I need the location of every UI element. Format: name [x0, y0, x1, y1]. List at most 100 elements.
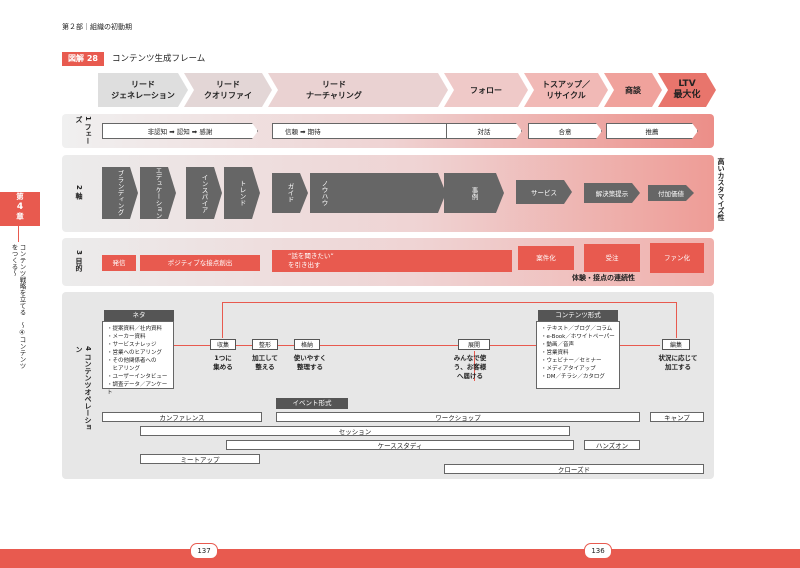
- footer-band: [0, 549, 800, 568]
- phase-step-awareness: 非認知 ➡ 認知 ➡ 感謝: [102, 123, 258, 139]
- event-workshop: ワークショップ: [276, 412, 640, 422]
- loop-line-top: [222, 302, 677, 303]
- row-operation-label: 4 コンテンツオペレーション: [75, 346, 92, 431]
- chapter-label-bottom: 章: [16, 212, 24, 221]
- axis-added-value-label: 付加価値: [658, 190, 684, 198]
- format-item: ・テキスト／ブログ／コラム: [541, 326, 613, 332]
- phase-chevron: フォロー: [444, 73, 528, 107]
- page-number-right: 136: [584, 543, 612, 559]
- axis-knowhow-label: ノウハウ: [320, 180, 328, 206]
- page-number-left: 137: [190, 543, 218, 559]
- step-deploy: 展開: [458, 339, 490, 350]
- phase-chevron: リード ナーチャリング: [268, 73, 448, 107]
- axis-education-label: エデュケーション: [154, 167, 162, 219]
- customization-note: 高いカスタマイズ性: [717, 158, 725, 221]
- purpose-positive-touchpoint: ポジティブな接点創出: [140, 255, 260, 271]
- format-item: ・ウェビナー／セミナー: [541, 358, 602, 364]
- axis-service-label: サービス: [531, 189, 557, 197]
- step-collect-desc: 1つに 集める: [213, 354, 233, 371]
- neta-item: ・営業へのヒアリング: [107, 350, 163, 356]
- format-item: ・営業資料: [541, 350, 569, 356]
- row-purpose-label: 3 目的: [75, 250, 83, 272]
- loop-line-left: [222, 302, 223, 338]
- format-item: ・動画／音声: [541, 342, 575, 348]
- figure-title: コンテンツ生成フレーム: [112, 54, 206, 64]
- neta-list: ・提案資料／社内資料 ・メーカー資料 ・サービスナレッジ ・営業へのヒアリング …: [102, 321, 174, 396]
- phase-label: リード ナーチャリング: [306, 80, 362, 100]
- chapter-label-top: 第: [16, 192, 24, 201]
- axis-knowhow: ノウハウ: [310, 173, 446, 213]
- purpose-broadcast: 発信: [102, 255, 136, 271]
- format-head: コンテンツ形式: [538, 310, 618, 321]
- step-store: 格納: [294, 339, 320, 350]
- step-deploy-desc: みんなで使 う、お客様 へ届ける: [453, 354, 487, 380]
- format-list: ・テキスト／ブログ／コラム ・e-Book／ホワイトペーパー ・動画／音声 ・営…: [536, 321, 620, 389]
- phase-label: リード クオリファイ: [204, 80, 252, 100]
- format-item: ・e-Book／ホワイトペーパー: [541, 334, 615, 340]
- neta-head: ネタ: [104, 310, 174, 321]
- phase-chevron: リード ジェネレーション: [98, 73, 188, 107]
- chapter-tab-text: コンテンツ戦略を立てる 〜④コンテンツをつくる〜: [10, 244, 26, 369]
- running-head: 第２部｜組織の初動期: [62, 23, 132, 31]
- event-case-study: ケーススタディ: [226, 440, 574, 450]
- chapter-badge: 第 4 章: [0, 192, 40, 226]
- neta-item: ・ユーザーインタビュー: [107, 374, 168, 380]
- event-closed: クローズド: [444, 464, 704, 474]
- purpose-order: 受注: [584, 244, 640, 272]
- phase-label: LTV 最大化: [673, 79, 701, 100]
- phase-step-recommend: 推薦: [606, 123, 698, 139]
- purpose-deal: 案件化: [518, 246, 574, 270]
- chapter-number: 4: [16, 202, 24, 212]
- step-store-desc: 使いやすく 整理する: [293, 354, 327, 371]
- step-shape: 整形: [252, 339, 278, 350]
- phase-label: フォロー: [470, 85, 502, 95]
- event-meetup: ミートアップ: [140, 454, 260, 464]
- event-handson: ハンズオン: [584, 440, 640, 450]
- axis-branding-label: ブランディング: [116, 170, 124, 216]
- row-axis-label: 2 軸: [75, 185, 83, 200]
- format-item: ・メディアタイアップ: [541, 366, 596, 372]
- axis-solution: 解決策提示: [584, 183, 640, 203]
- event-session: セッション: [140, 426, 570, 436]
- neta-item: ・調査データ／アンケート: [107, 382, 168, 396]
- axis-solution-label: 解決策提示: [595, 190, 629, 198]
- step-edit: 編集: [662, 339, 690, 350]
- axis-trend-label: トレンド: [238, 180, 246, 206]
- axis-service: サービス: [516, 180, 572, 204]
- step-edit-desc: 状況に応じて 加工する: [658, 354, 698, 371]
- axis-guide-label: ガイド: [286, 183, 294, 203]
- figure-tag: 図解 28: [62, 52, 104, 66]
- row-phase-label: 1 フェーズ: [75, 116, 92, 145]
- loop-line-right: [676, 302, 677, 338]
- phase-step-trust: 信頼 ➡ 期待: [272, 123, 468, 139]
- chapter-divider: [18, 226, 19, 242]
- phase-chevron: トスアップ／ リサイクル: [524, 73, 608, 107]
- neta-item: ・その他関係者への: [107, 358, 157, 364]
- axis-added-value: 付加価値: [648, 185, 694, 201]
- event-camp: キャンプ: [650, 412, 704, 422]
- phase-chevron: 商談: [604, 73, 662, 107]
- event-conference: カンファレンス: [102, 412, 262, 422]
- axis-case-study: 事例: [444, 173, 504, 213]
- neta-item: ヒアリング: [107, 366, 141, 372]
- phase-label: 商談: [625, 85, 641, 95]
- phase-label: リード ジェネレーション: [111, 80, 175, 100]
- purpose-draw-interest: “話を聞きたい” を引き出す: [272, 250, 512, 272]
- neta-item: ・メーカー資料: [107, 334, 146, 340]
- continuity-note: 体験・接点の連続性: [572, 274, 635, 282]
- phase-step-agreement: 合意: [528, 123, 602, 139]
- phase-step-dialogue: 対話: [446, 123, 522, 139]
- phase-header: リード ジェネレーション リード クオリファイ リード ナーチャリング フォロー…: [98, 73, 716, 107]
- phase-chevron: LTV 最大化: [658, 73, 716, 107]
- phase-label: トスアップ／ リサイクル: [542, 80, 590, 100]
- event-head: イベント形式: [276, 398, 348, 409]
- axis-case-study-label: 事例: [470, 186, 478, 200]
- step-collect: 収集: [210, 339, 236, 350]
- neta-item: ・提案資料／社内資料: [107, 326, 163, 332]
- phase-chevron: リード クオリファイ: [184, 73, 272, 107]
- format-item: ・DM／チラシ／カタログ: [541, 374, 605, 380]
- step-shape-desc: 加工して 整える: [252, 354, 278, 371]
- neta-item: ・サービスナレッジ: [107, 342, 157, 348]
- purpose-fan: ファン化: [650, 243, 704, 273]
- axis-inspire-label: インスパイア: [200, 173, 208, 213]
